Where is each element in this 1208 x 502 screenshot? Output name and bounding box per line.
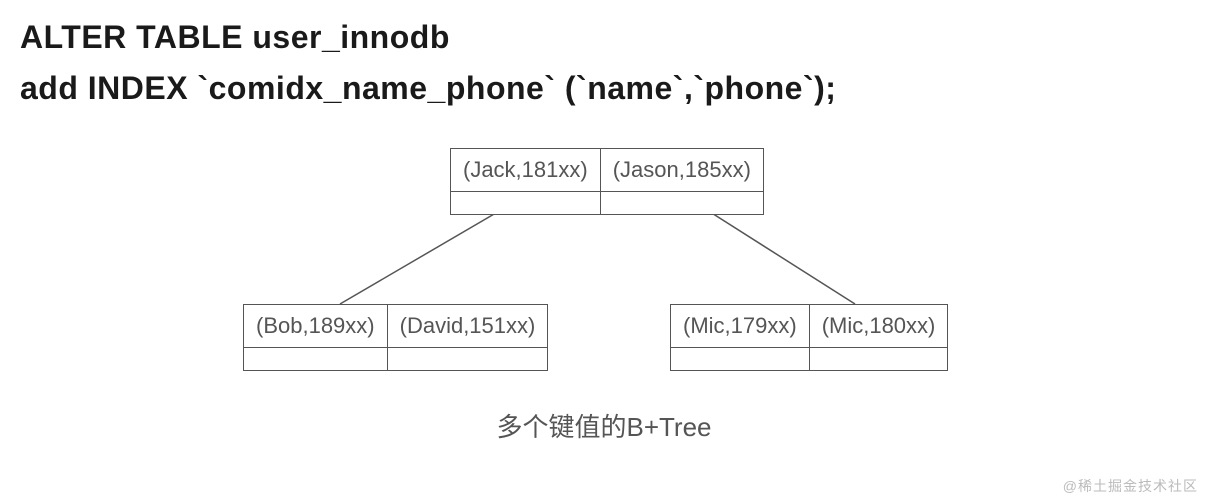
tree-key: (Jason,185xx) bbox=[601, 149, 763, 192]
tree-leaf-node-1: (Mic,179xx) (Mic,180xx) bbox=[670, 304, 948, 371]
tree-pointer-slot bbox=[451, 192, 600, 214]
tree-leaf-cell: (Mic,179xx) bbox=[671, 305, 809, 370]
tree-key: (Mic,180xx) bbox=[810, 305, 948, 348]
diagram-caption: 多个键值的B+Tree bbox=[0, 407, 1208, 444]
tree-key: (Jack,181xx) bbox=[451, 149, 600, 192]
tree-root-cell-0: (Jack,181xx) bbox=[451, 149, 600, 214]
tree-key: (Mic,179xx) bbox=[671, 305, 809, 348]
tree-leaf-cell: (Bob,189xx) bbox=[244, 305, 387, 370]
tree-pointer-slot bbox=[671, 348, 809, 370]
tree-pointer-slot bbox=[810, 348, 948, 370]
watermark: @稀土掘金技术社区 bbox=[1063, 476, 1198, 496]
tree-key: (David,151xx) bbox=[388, 305, 548, 348]
sql-line-2: add INDEX `comidx_name_phone` (`name`,`p… bbox=[20, 63, 1188, 114]
sql-statement: ALTER TABLE user_innodb add INDEX `comid… bbox=[0, 0, 1208, 114]
tree-pointer-slot bbox=[388, 348, 548, 370]
tree-key: (Bob,189xx) bbox=[244, 305, 387, 348]
btree-diagram: (Jack,181xx) (Jason,185xx) (Bob,189xx) (… bbox=[0, 124, 1208, 464]
tree-root-cell-1: (Jason,185xx) bbox=[600, 149, 763, 214]
tree-pointer-slot bbox=[244, 348, 387, 370]
tree-leaf-cell: (David,151xx) bbox=[387, 305, 548, 370]
tree-leaf-node-0: (Bob,189xx) (David,151xx) bbox=[243, 304, 548, 371]
tree-root-node: (Jack,181xx) (Jason,185xx) bbox=[450, 148, 764, 215]
tree-pointer-slot bbox=[601, 192, 763, 214]
sql-line-1: ALTER TABLE user_innodb bbox=[20, 12, 1188, 63]
tree-leaf-cell: (Mic,180xx) bbox=[809, 305, 948, 370]
